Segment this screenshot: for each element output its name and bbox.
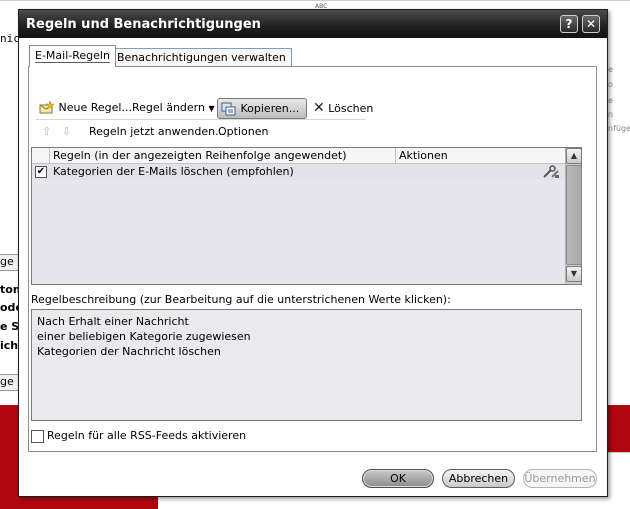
apply-rules-now-label: Regeln jetzt anwenden... [89, 125, 226, 138]
header-rules-column[interactable]: Regeln (in der angezeigten Reihenfolge a… [50, 148, 396, 163]
chevron-down-icon: ▼ [208, 104, 215, 113]
rule-action-icon[interactable] [542, 165, 560, 182]
copy-button[interactable]: Kopieren... [217, 98, 307, 119]
table-row[interactable]: ✔ Kategorien der E-Mails löschen (empfoh… [32, 164, 565, 180]
ok-button[interactable]: OK [362, 469, 434, 488]
move-up-arrow-icon[interactable]: ⇧ [42, 125, 54, 138]
background-bold-fragment: e S [0, 320, 20, 333]
copy-label: Kopieren... [240, 102, 300, 115]
rule-description-label: Regelbeschreibung (zur Bearbeitung auf d… [31, 293, 451, 306]
tab-label: E-Mail-Regeln [35, 49, 110, 63]
title-bar[interactable]: Regeln und Benachrichtigungen ? ✕ [19, 10, 607, 38]
rss-rules-checkbox[interactable] [31, 430, 44, 443]
close-icon: ✕ [313, 100, 325, 116]
delete-label: Löschen [328, 102, 374, 115]
rules-toolbar-secondary: ⇧ ⇩ Regeln jetzt anwenden... Optionen [36, 122, 366, 143]
tab-email-rules[interactable]: E-Mail-Regeln [29, 45, 116, 67]
cancel-button[interactable]: Abbrechen [442, 469, 515, 488]
header-check-column [32, 148, 50, 163]
rule-name: Kategorien der E-Mails löschen (empfohle… [53, 165, 294, 178]
background-hint: e [608, 96, 613, 105]
apply-button[interactable]: Übernehmen [523, 469, 597, 488]
description-line: einer beliebigen Kategorie zugewiesen [37, 330, 251, 343]
apply-rules-now-button[interactable]: Regeln jetzt anwenden... [86, 122, 229, 143]
change-rule-button[interactable]: Regel ändern ▼ [129, 98, 218, 119]
rules-list[interactable]: Regeln (in der angezeigten Reihenfolge a… [31, 147, 582, 285]
dialog-title: Regeln und Benachrichtigungen [26, 17, 261, 32]
background-hint: nfüge [608, 124, 630, 133]
rules-toolbar: Neue Regel... Regel ändern ▼ Kopieren... [36, 97, 373, 120]
tab-label: Benachrichtigungen verwalten [117, 51, 286, 64]
scroll-down-button[interactable]: ▼ [566, 266, 582, 282]
copy-icon [221, 102, 236, 116]
background-hint: o [608, 80, 613, 89]
options-label: Optionen [218, 125, 269, 138]
help-button[interactable]: ? [560, 15, 578, 33]
background-row-fragment: ge n [0, 254, 20, 271]
tools-icon [543, 165, 559, 178]
new-rule-icon [39, 101, 55, 114]
header-actions-column[interactable]: Aktionen [396, 148, 565, 163]
rss-rules-label: Regeln für alle RSS-Feeds aktivieren [47, 429, 247, 442]
background-row-fragment: ge [0, 374, 20, 391]
scroll-thumb[interactable] [566, 165, 582, 265]
rule-description-box[interactable]: Nach Erhalt einer Nachricht einer belieb… [31, 309, 582, 421]
new-rule-button[interactable]: Neue Regel... [36, 98, 135, 119]
rules-list-header: Regeln (in der angezeigten Reihenfolge a… [32, 148, 565, 164]
background-hint: e [608, 65, 613, 74]
background-top-line [0, 0, 630, 1]
background-hint: n [608, 110, 614, 119]
scroll-up-button[interactable]: ▲ [566, 148, 582, 164]
background-text-fragment: nic [0, 32, 20, 45]
rules-list-scrollbar[interactable]: ▲ ▼ [565, 148, 582, 284]
change-rule-label: Regel ändern [132, 101, 205, 114]
move-down-arrow-icon[interactable]: ⇩ [62, 125, 74, 138]
dialog-client-area: E-Mail-Regeln Benachrichtigungen verwalt… [28, 45, 597, 452]
delete-button[interactable]: ✕ Löschen [310, 98, 376, 119]
description-line: Nach Erhalt einer Nachricht [37, 315, 189, 328]
description-line: Kategorien der Nachricht löschen [37, 345, 221, 358]
email-rules-panel: Neue Regel... Regel ändern ▼ Kopieren... [28, 66, 597, 452]
rules-dialog: Regeln und Benachrichtigungen ? ✕ E-Mail… [18, 9, 608, 497]
new-rule-label: Neue Regel... [58, 101, 132, 114]
rule-enabled-checkbox[interactable]: ✔ [35, 166, 47, 178]
tab-manage-notifications[interactable]: Benachrichtigungen verwalten [111, 48, 292, 67]
close-button[interactable]: ✕ [582, 15, 600, 33]
options-button[interactable]: Optionen [215, 122, 271, 143]
